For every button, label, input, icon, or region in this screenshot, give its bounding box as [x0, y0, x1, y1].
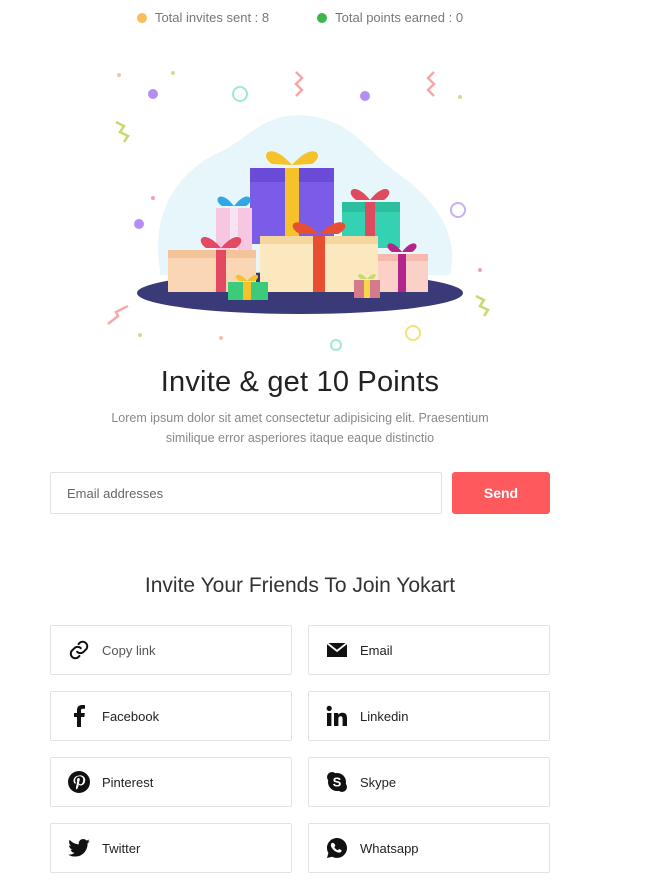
share-facebook-label: Facebook [102, 708, 160, 724]
whatsapp-icon [325, 836, 349, 860]
points-earned-label: Total points earned : 0 [335, 10, 464, 25]
stats-bar: Total invites sent : 8 Total points earn… [0, 10, 600, 25]
share-skype-label: Skype [360, 774, 397, 790]
share-heading: Invite Your Friends To Join Yokart [144, 574, 456, 597]
share-linkedin-button[interactable]: Linkedin [308, 691, 550, 741]
share-twitter-label: Twitter [102, 840, 141, 856]
invites-status-dot [136, 12, 147, 23]
share-whatsapp-label: Whatsapp [360, 840, 419, 856]
envelope-icon [325, 638, 349, 662]
gifts-illustration [107, 71, 490, 351]
linkedin-icon [325, 704, 349, 728]
skype-icon: S [325, 770, 349, 794]
page-description: Lorem ipsum dolor sit amet consectetur a… [111, 411, 489, 445]
share-linkedin-label: Linkedin [360, 708, 409, 724]
share-twitter-button[interactable]: Twitter [50, 823, 292, 873]
page-title: Invite & get 10 Points [160, 366, 440, 398]
twitter-icon [67, 836, 91, 860]
share-pinterest-label: Pinterest [102, 774, 154, 790]
share-copy-link-label: Copy link [102, 642, 156, 658]
facebook-icon [67, 704, 91, 728]
send-button[interactable]: Send [452, 472, 550, 514]
link-icon [67, 638, 91, 662]
share-email-label: Email [360, 642, 393, 658]
share-email-button[interactable]: Email [308, 625, 550, 675]
share-whatsapp-button[interactable]: Whatsapp [308, 823, 550, 873]
svg-text:S: S [333, 775, 342, 790]
invite-form: Send [50, 472, 550, 514]
share-skype-button[interactable]: S Skype [308, 757, 550, 807]
invites-sent-label: Total invites sent : 8 [154, 10, 270, 25]
share-pinterest-button[interactable]: Pinterest [50, 757, 292, 807]
points-status-dot [317, 12, 328, 23]
points-earned-stat: Total points earned : 0 [317, 10, 463, 25]
invites-sent-stat: Total invites sent : 8 [136, 10, 270, 25]
email-addresses-input[interactable] [50, 472, 442, 514]
share-copy-link-button[interactable]: Copy link [50, 625, 292, 675]
pinterest-icon [67, 770, 91, 794]
share-facebook-button[interactable]: Facebook [50, 691, 292, 741]
share-options-grid: Copy link Email Facebook Linkedin Pinter… [50, 625, 550, 873]
